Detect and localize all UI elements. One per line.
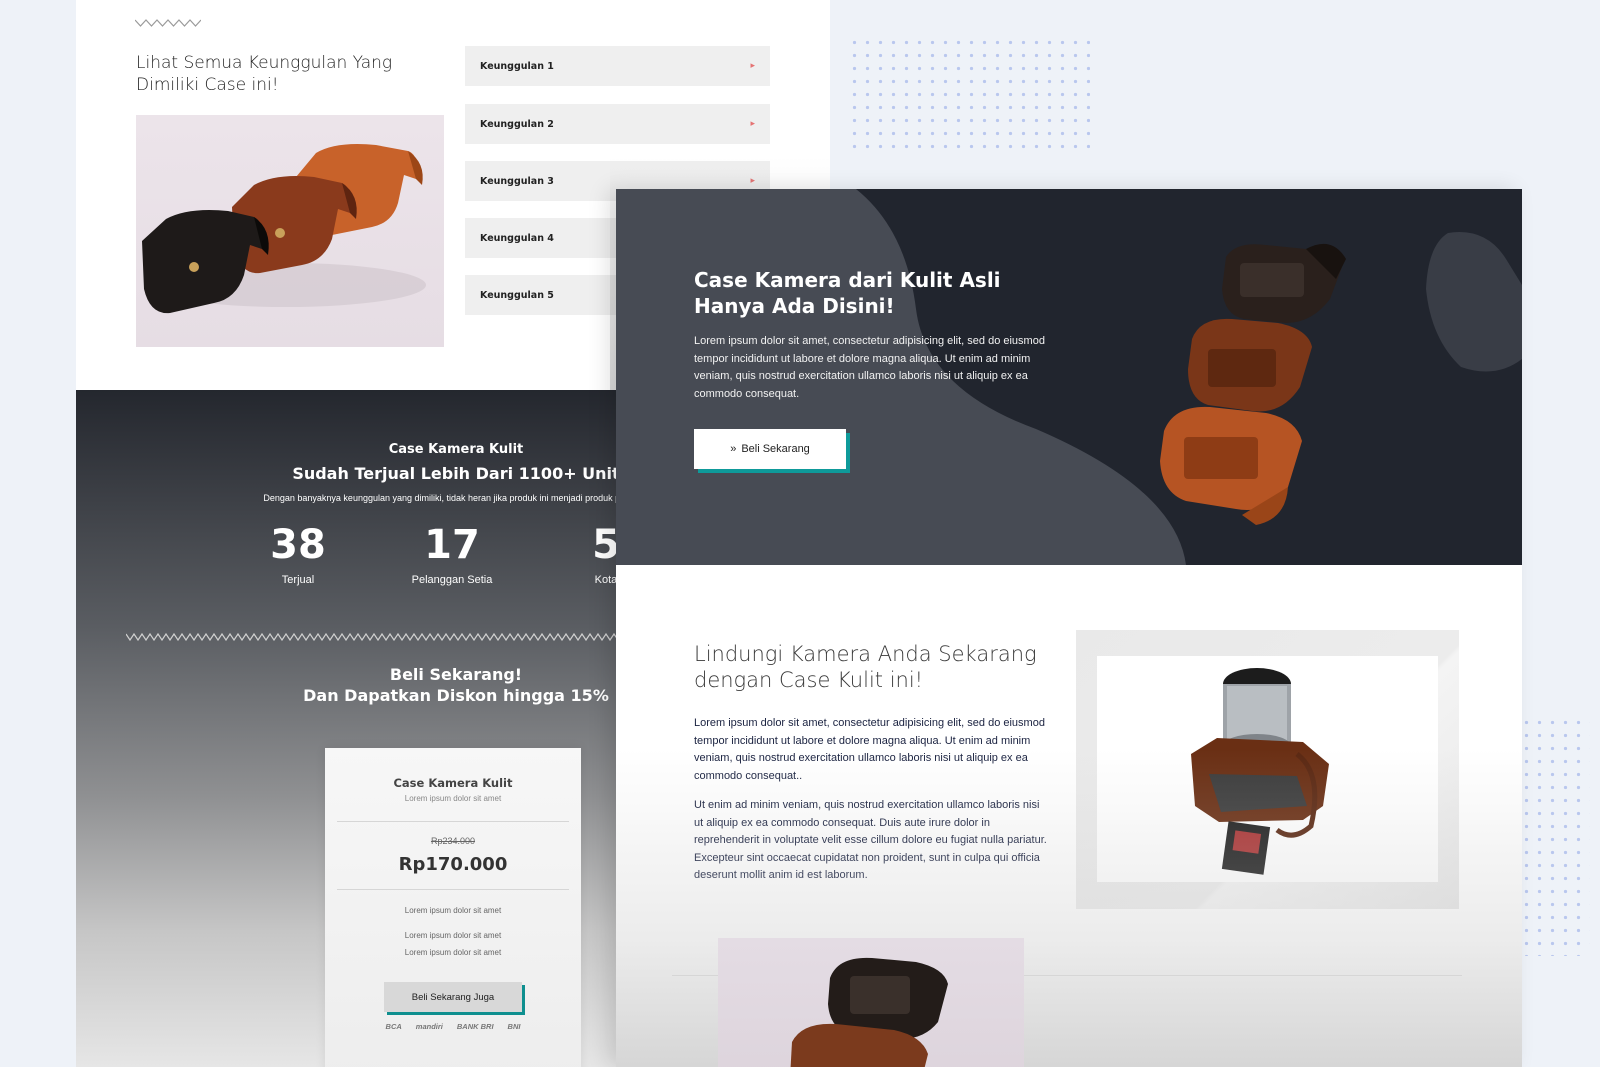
bank-logos: BCA mandiri BANK BRI BNI bbox=[325, 1022, 581, 1031]
counter-loyal-customers: 17 Pelanggan Setia bbox=[382, 520, 522, 586]
features-title: Lihat Semua Keunggulan Yang Dimiliki Cas… bbox=[136, 53, 393, 95]
accordion-item-label: Keunggulan 2 bbox=[480, 118, 554, 130]
promo-headline: Beli Sekarang! bbox=[389, 665, 523, 684]
pricing-card: Case Kamera Kulit Lorem ipsum dolor sit … bbox=[325, 748, 581, 1067]
pricing-feature: Lorem ipsum dolor sit amet bbox=[404, 906, 502, 915]
buy-now-button-label: Beli Sekarang bbox=[741, 443, 810, 455]
dot-pattern-right bbox=[1520, 716, 1590, 956]
pricing-card-subtitle: Lorem ipsum dolor sit amet bbox=[404, 794, 502, 803]
accordion-item-label: Keunggulan 4 bbox=[480, 232, 554, 244]
bank-logo-bni: BNI bbox=[507, 1022, 521, 1031]
bank-logo-bca: BCA bbox=[385, 1022, 402, 1031]
leather-cases-photo bbox=[136, 115, 444, 347]
accordion-item-label: Keunggulan 5 bbox=[480, 289, 554, 301]
sold-title: Sudah Terjual Lebih Dari 1100+ Unit bbox=[292, 464, 620, 483]
counter-value: 38 bbox=[270, 522, 326, 568]
buy-now-button[interactable]: » Beli Sekarang bbox=[694, 429, 846, 469]
promo-discount: Dan Dapatkan Diskon hingga 15% bbox=[303, 686, 609, 705]
old-price: Rp234.000 bbox=[430, 836, 476, 846]
sales-stats-panel: Case Kamera Kulit Sudah Terjual Lebih Da… bbox=[76, 390, 636, 1067]
counter-value: 17 bbox=[424, 522, 480, 568]
sold-description: Dengan banyaknya keunggulan yang dimilik… bbox=[263, 493, 636, 503]
pricing-feature: Lorem ipsum dolor sit amet bbox=[404, 948, 502, 957]
new-price: Rp170.000 bbox=[398, 854, 508, 875]
double-chevron-right-icon: » bbox=[730, 443, 737, 455]
hero-section: Case Kamera dari Kulit Asli Hanya Ada Di… bbox=[616, 189, 1522, 565]
wavy-divider-icon bbox=[126, 632, 636, 642]
pricing-card-divider bbox=[337, 889, 569, 890]
counter-sold: 38 Terjual bbox=[228, 520, 368, 586]
counter-label: Pelanggan Setia bbox=[411, 574, 493, 586]
bank-logo-mandiri: mandiri bbox=[415, 1022, 443, 1031]
protect-title: Lindungi Kamera Anda Sekarang dengan Cas… bbox=[694, 642, 1037, 692]
protect-paragraph-2: Ut enim ad minim veniam, quis nostrud ex… bbox=[694, 799, 1047, 882]
leather-cases-stack-image bbox=[1160, 243, 1346, 525]
leather-cases-closeup-photo bbox=[718, 938, 1024, 1067]
dot-pattern-top bbox=[848, 36, 1090, 154]
accordion-item-label: Keunggulan 1 bbox=[480, 60, 554, 72]
hero-title: Case Kamera dari Kulit Asli Hanya Ada Di… bbox=[694, 268, 1001, 318]
protect-paragraph-1: Lorem ipsum dolor sit amet, consectetur … bbox=[694, 717, 1045, 782]
camera-in-case-photo bbox=[1097, 656, 1438, 882]
zigzag-divider-icon bbox=[135, 19, 201, 27]
bank-logo-bri: BANK BRI bbox=[456, 1022, 494, 1031]
accordion-item-label: Keunggulan 3 bbox=[480, 175, 554, 187]
pricing-card-divider bbox=[337, 821, 569, 822]
pricing-card-title: Case Kamera Kulit bbox=[393, 776, 513, 790]
counter-label: Terjual bbox=[281, 574, 315, 586]
hero-body: Lorem ipsum dolor sit amet, consectetur … bbox=[694, 335, 1045, 400]
pricing-feature: Lorem ipsum dolor sit amet bbox=[404, 931, 502, 940]
sold-kicker: Case Kamera Kulit bbox=[388, 442, 524, 457]
camera-photo-frame bbox=[1076, 630, 1459, 909]
landing-page-main: Case Kamera dari Kulit Asli Hanya Ada Di… bbox=[616, 189, 1522, 1067]
buy-now-too-button[interactable]: Beli Sekarang Juga bbox=[384, 982, 522, 1012]
